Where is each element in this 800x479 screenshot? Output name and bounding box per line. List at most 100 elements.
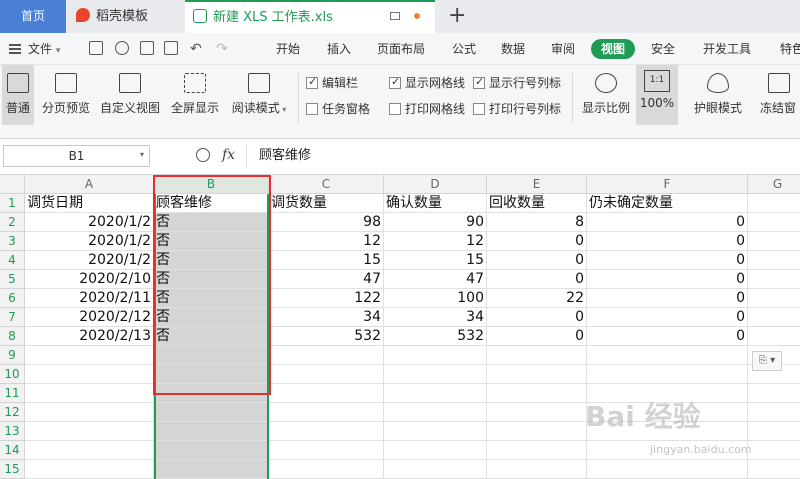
cell-g12[interactable] xyxy=(748,403,800,422)
menu-start[interactable]: 开始 xyxy=(276,33,300,65)
print-preview-icon[interactable] xyxy=(164,41,178,55)
cell-d10[interactable] xyxy=(384,365,487,384)
cell-g3[interactable] xyxy=(748,232,800,251)
data-cell[interactable]: 否 xyxy=(154,213,269,232)
menu-review[interactable]: 审阅 xyxy=(551,33,575,65)
menu-security[interactable]: 安全 xyxy=(651,33,675,65)
checkbox-task-pane[interactable]: 任务窗格 xyxy=(306,100,370,117)
data-cell[interactable]: 2020/2/11 xyxy=(25,289,154,308)
cell-a14[interactable] xyxy=(25,441,154,460)
row-header-5[interactable]: 5 xyxy=(0,270,25,289)
cell-a10[interactable] xyxy=(25,365,154,384)
data-cell[interactable]: 8 xyxy=(487,213,587,232)
hamburger-icon[interactable] xyxy=(9,44,21,54)
data-cell[interactable]: 12 xyxy=(269,232,384,251)
row-header-1[interactable]: 1 xyxy=(0,194,25,213)
data-cell[interactable]: 15 xyxy=(269,251,384,270)
data-cell[interactable]: 90 xyxy=(384,213,487,232)
data-cell[interactable]: 否 xyxy=(154,270,269,289)
zoom-100-button[interactable]: 1:1 100% xyxy=(636,65,678,125)
data-cell[interactable]: 34 xyxy=(384,308,487,327)
export-icon[interactable] xyxy=(115,41,129,55)
chevron-down-icon[interactable]: ▾ xyxy=(140,150,144,159)
row-header-13[interactable]: 13 xyxy=(0,422,25,441)
cell-g15[interactable] xyxy=(748,460,800,479)
menu-developer[interactable]: 开发工具 xyxy=(703,33,751,65)
cell-c10[interactable] xyxy=(269,365,384,384)
zoom-ratio-button[interactable]: 显示比例 xyxy=(580,65,632,125)
tab-home[interactable]: 首页 xyxy=(0,0,66,33)
data-cell[interactable]: 0 xyxy=(587,251,748,270)
data-cell[interactable]: 2020/2/13 xyxy=(25,327,154,346)
tab-template[interactable]: 稻壳模板 xyxy=(68,0,182,33)
column-header-g[interactable]: G xyxy=(748,175,800,194)
cell-e10[interactable] xyxy=(487,365,587,384)
monitor-icon[interactable] xyxy=(390,12,400,20)
cell-e11[interactable] xyxy=(487,384,587,403)
cell-b11[interactable] xyxy=(154,384,269,403)
cell-g1[interactable] xyxy=(748,194,800,213)
data-cell[interactable]: 0 xyxy=(587,232,748,251)
data-cell[interactable]: 15 xyxy=(384,251,487,270)
row-header-12[interactable]: 12 xyxy=(0,403,25,422)
data-cell[interactable]: 0 xyxy=(487,270,587,289)
cell-b15[interactable] xyxy=(154,460,269,479)
data-cell[interactable]: 0 xyxy=(587,213,748,232)
data-cell[interactable]: 12 xyxy=(384,232,487,251)
cell-e12[interactable] xyxy=(487,403,587,422)
cell-b13[interactable] xyxy=(154,422,269,441)
data-cell[interactable]: 34 xyxy=(269,308,384,327)
data-cell[interactable]: 0 xyxy=(487,327,587,346)
data-cell[interactable]: 2020/1/2 xyxy=(25,251,154,270)
data-cell[interactable]: 0 xyxy=(587,327,748,346)
normal-view-button[interactable]: 普通 xyxy=(2,65,34,125)
cell-g8[interactable] xyxy=(748,327,800,346)
header-cell[interactable]: 顾客维修 xyxy=(154,194,269,213)
column-header-a[interactable]: A xyxy=(25,175,154,194)
checkbox-print-gridlines[interactable]: 打印网格线 xyxy=(389,100,465,117)
cell-g4[interactable] xyxy=(748,251,800,270)
cell-d15[interactable] xyxy=(384,460,487,479)
cell-b14[interactable] xyxy=(154,441,269,460)
data-cell[interactable]: 532 xyxy=(384,327,487,346)
data-cell[interactable]: 98 xyxy=(269,213,384,232)
cell-c13[interactable] xyxy=(269,422,384,441)
data-cell[interactable]: 532 xyxy=(269,327,384,346)
row-header-3[interactable]: 3 xyxy=(0,232,25,251)
data-cell[interactable]: 0 xyxy=(487,308,587,327)
data-cell[interactable]: 2020/2/10 xyxy=(25,270,154,289)
cell-e13[interactable] xyxy=(487,422,587,441)
cell-e9[interactable] xyxy=(487,346,587,365)
select-all-corner[interactable] xyxy=(0,175,25,194)
cell-c15[interactable] xyxy=(269,460,384,479)
menu-special[interactable]: 特色 xyxy=(780,33,800,65)
row-header-6[interactable]: 6 xyxy=(0,289,25,308)
data-cell[interactable]: 0 xyxy=(587,289,748,308)
row-header-8[interactable]: 8 xyxy=(0,327,25,346)
cell-g13[interactable] xyxy=(748,422,800,441)
column-header-f[interactable]: F xyxy=(587,175,748,194)
data-cell[interactable]: 0 xyxy=(587,308,748,327)
cell-b9[interactable] xyxy=(154,346,269,365)
page-preview-button[interactable]: 分页预览 xyxy=(40,65,92,125)
row-header-9[interactable]: 9 xyxy=(0,346,25,365)
cell-b12[interactable] xyxy=(154,403,269,422)
column-header-e[interactable]: E xyxy=(487,175,587,194)
menu-formula[interactable]: 公式 xyxy=(452,33,476,65)
save-icon[interactable] xyxy=(89,41,103,55)
cell-d12[interactable] xyxy=(384,403,487,422)
redo-icon[interactable]: ↷ xyxy=(216,33,228,65)
search-icon[interactable] xyxy=(196,148,210,162)
formula-input[interactable]: 顾客维修 xyxy=(246,144,800,168)
column-header-d[interactable]: D xyxy=(384,175,487,194)
name-box[interactable]: B1 xyxy=(3,145,150,167)
header-cell[interactable]: 调货日期 xyxy=(25,194,154,213)
cell-g11[interactable] xyxy=(748,384,800,403)
print-icon[interactable] xyxy=(140,41,154,55)
header-cell[interactable]: 确认数量 xyxy=(384,194,487,213)
data-cell[interactable]: 0 xyxy=(487,251,587,270)
data-cell[interactable]: 0 xyxy=(487,232,587,251)
data-cell[interactable]: 否 xyxy=(154,232,269,251)
row-header-11[interactable]: 11 xyxy=(0,384,25,403)
checkbox-show-gridlines[interactable]: 显示网格线 xyxy=(389,74,465,91)
